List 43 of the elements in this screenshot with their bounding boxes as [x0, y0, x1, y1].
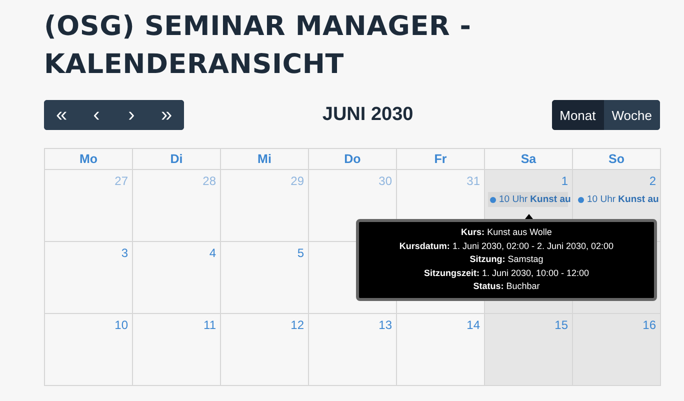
calendar-event[interactable]: 10 Uhr Kunst au — [488, 192, 568, 207]
day-number: 1 — [560, 174, 568, 188]
weekday-header: Do — [309, 149, 397, 170]
day-cell[interactable]: 12 — [221, 314, 309, 386]
day-cell[interactable]: 27 — [45, 170, 133, 242]
weekday-header: Fr — [397, 149, 485, 170]
day-number: 14 — [466, 318, 480, 332]
day-number: 4 — [208, 246, 216, 260]
day-cell[interactable]: 15 — [485, 314, 573, 386]
day-number: 13 — [378, 318, 392, 332]
day-number: 30 — [378, 174, 392, 188]
day-number: 10 — [114, 318, 128, 332]
month-label: JUNI 2030 — [322, 104, 414, 126]
day-number: 15 — [554, 318, 568, 332]
day-number: 16 — [642, 318, 656, 332]
day-cell[interactable]: 4 — [133, 242, 221, 314]
day-cell[interactable]: 29 — [221, 170, 309, 242]
page-title: (OSG) SEMINAR MANAGER - KALENDERANSICHT — [44, 10, 472, 82]
day-cell[interactable]: 11 — [133, 314, 221, 386]
day-cell[interactable]: 13 — [309, 314, 397, 386]
weekday-header: Mi — [221, 149, 309, 170]
day-cell[interactable]: 3 — [45, 242, 133, 314]
tooltip-line: Sitzung: Samstag — [470, 253, 544, 266]
day-number: 12 — [290, 318, 304, 332]
day-number: 5 — [296, 246, 304, 260]
tooltip-line: Status: Buchbar — [473, 280, 540, 293]
calendar-event[interactable]: 10 Uhr Kunst au — [576, 192, 656, 207]
weekday-header: Di — [133, 149, 221, 170]
day-cell[interactable]: 16 — [573, 314, 661, 386]
day-number: 29 — [290, 174, 304, 188]
weekday-header: Mo — [45, 149, 133, 170]
view-button[interactable]: Monat — [552, 100, 604, 130]
day-cell[interactable]: 28 — [133, 170, 221, 242]
day-number: 27 — [114, 174, 128, 188]
day-number: 28 — [202, 174, 216, 188]
day-number: 31 — [466, 174, 480, 188]
day-number: 3 — [120, 246, 128, 260]
day-cell[interactable]: 5 — [221, 242, 309, 314]
day-number: 11 — [202, 318, 216, 332]
tooltip-line: Sitzungszeit: 1. Juni 2030, 10:00 - 12:00 — [424, 266, 590, 280]
day-number: 2 — [648, 174, 656, 188]
tooltip-line: Kursdatum: 1. Juni 2030, 02:00 - 2. Juni 2030, 02:00 — [399, 240, 614, 252]
day-cell[interactable]: 10 — [45, 314, 133, 386]
